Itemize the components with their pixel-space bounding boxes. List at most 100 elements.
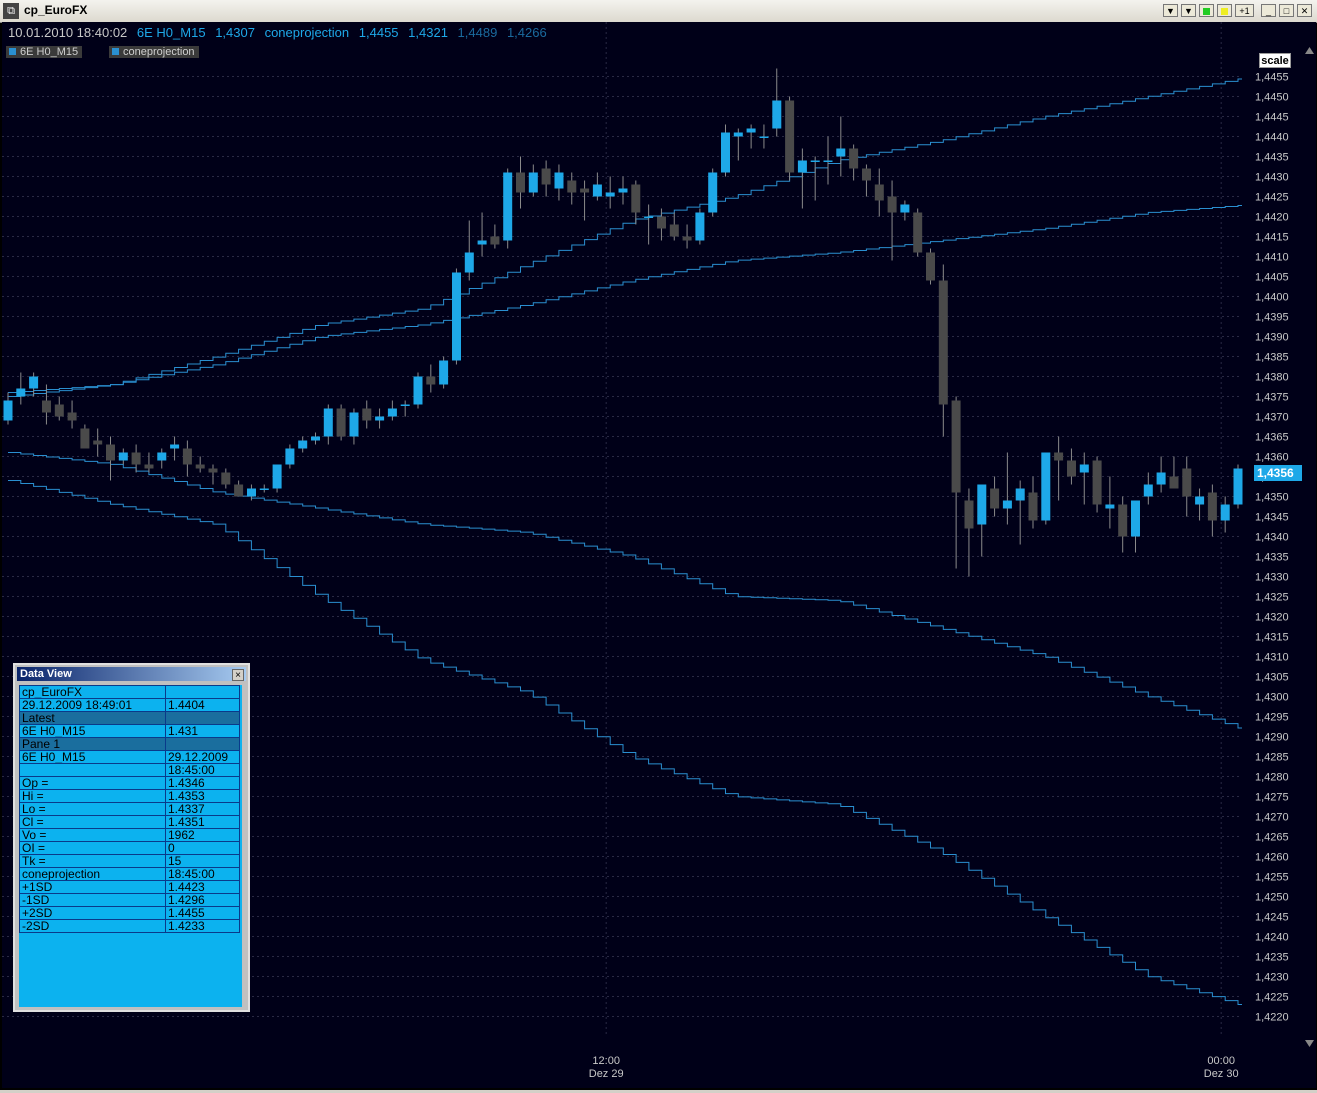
y-tick-label: 1,4320 (1255, 612, 1289, 624)
candle-body (1092, 460, 1102, 505)
header-value-3: 1,4489 (457, 25, 498, 40)
window-title: cp_EuroFX (24, 3, 88, 17)
candle-body (387, 408, 397, 417)
y-tick-label: 1,4370 (1255, 412, 1289, 424)
candle-body (29, 376, 39, 389)
scroll-down-arrow-icon[interactable] (1305, 1040, 1314, 1047)
candle-body (144, 464, 154, 469)
candle-body (708, 172, 718, 213)
data-view-value: 1.4351 (165, 815, 240, 829)
data-view-label (19, 763, 166, 777)
data-view-close-icon[interactable]: × (232, 669, 244, 681)
green-indicator-button[interactable] (1199, 4, 1214, 17)
series-tag-label: coneprojection (123, 46, 195, 58)
candle-body (118, 452, 128, 461)
y-tick-label: 1,4415 (1255, 232, 1289, 244)
data-view-value: 1.4296 (165, 893, 240, 907)
series-tag-label: 6E H0_M15 (20, 46, 79, 58)
series-tag-indicator[interactable]: coneprojection (109, 46, 199, 58)
minimize-button[interactable]: _ (1261, 4, 1276, 17)
scale-button[interactable]: scale (1259, 53, 1291, 68)
y-tick-label: 1,4225 (1255, 992, 1289, 1004)
y-tick-label: 1,4235 (1255, 952, 1289, 964)
data-view-label: coneprojection (19, 867, 166, 881)
data-view-title[interactable]: Data View (17, 667, 246, 681)
candle-body (772, 100, 782, 129)
data-view-row: +2SD 1.4455 (19, 906, 240, 920)
yellow-indicator-button[interactable] (1217, 4, 1232, 17)
y-tick-label: 1,4345 (1255, 512, 1289, 524)
candle-body (554, 172, 564, 189)
data-view-row: -2SD 1.4233 (19, 919, 240, 933)
y-tick-label: 1,4425 (1255, 192, 1289, 204)
candle-body (439, 360, 449, 385)
close-button[interactable]: ✕ (1297, 4, 1312, 17)
data-view-row: 29.12.2009 18:49:01 1.4404 (19, 698, 240, 712)
candle-body (1131, 500, 1140, 537)
y-tick-label: 1,4285 (1255, 752, 1289, 764)
candle-body (362, 408, 372, 421)
candle-body (247, 488, 256, 497)
x-tick-date: Dez 30 (1204, 1068, 1239, 1080)
candle-body (682, 236, 692, 241)
scrollbar[interactable] (1303, 22, 1316, 1088)
candle-body (1207, 492, 1217, 521)
data-view-label: -1SD (19, 893, 166, 907)
y-tick-label: 1,4280 (1255, 772, 1289, 784)
y-tick-label: 1,4240 (1255, 932, 1289, 944)
scroll-up-arrow-icon[interactable] (1305, 47, 1314, 54)
scroll-down-button-2[interactable]: ▼ (1181, 4, 1196, 17)
candle-body (926, 252, 935, 281)
series-tag-symbol[interactable]: 6E H0_M15 (6, 46, 83, 58)
x-tick-time: 00:00 (1207, 1055, 1235, 1067)
data-view-value: 1.431 (165, 724, 240, 738)
maximize-button[interactable]: □ (1279, 4, 1294, 17)
candle-body (977, 484, 987, 525)
data-view-label: +1SD (19, 880, 166, 894)
candle-body (413, 376, 423, 405)
data-view-panel[interactable]: Data View × cp_EuroFX 29.12.2009 18:49:01… (13, 663, 250, 1012)
data-view-row: Latest (19, 711, 240, 725)
candle-body (964, 500, 974, 529)
y-tick-label: 1,4385 (1255, 352, 1289, 364)
data-view-table: cp_EuroFX 29.12.2009 18:49:01 1.4404 Latest… (19, 685, 240, 933)
candle-body (195, 464, 205, 469)
chart-app-icon: ⧉ (3, 3, 19, 19)
candle-body (131, 452, 141, 465)
y-tick-label: 1,4350 (1255, 492, 1289, 504)
data-view-row: Vo = 1962 (19, 828, 240, 842)
candle-body (644, 216, 654, 218)
y-tick-label: 1,4305 (1255, 672, 1289, 684)
data-view-row: cp_EuroFX (19, 685, 240, 699)
data-view-value: 1962 (165, 828, 240, 842)
data-view-row: 6E H0_M15 29.12.2009 (19, 750, 240, 764)
data-view-label: Hi = (19, 789, 166, 803)
candle-body (785, 100, 795, 173)
title-bar[interactable]: ⧉ cp_EuroFX ▼ ▼ +1 _ □ ✕ (0, 0, 1317, 23)
scroll-down-button[interactable]: ▼ (1163, 4, 1178, 17)
series-swatch-icon (9, 48, 16, 55)
data-view-row: 6E H0_M15 1.431 (19, 724, 240, 738)
candle-body (182, 448, 192, 465)
last-price-badge: 1,4356 (1254, 465, 1302, 481)
plus-one-button[interactable]: +1 (1235, 4, 1254, 17)
y-tick-label: 1,4310 (1255, 652, 1289, 664)
candle-body (477, 240, 487, 245)
data-view-row: -1SD 1.4296 (19, 893, 240, 907)
y-tick-label: 1,4365 (1255, 432, 1289, 444)
y-tick-label: 1,4435 (1255, 152, 1289, 164)
candle-body (862, 168, 871, 181)
data-view-value: 18:45:00 (165, 867, 240, 881)
candle-body (400, 404, 410, 406)
candle-body (592, 184, 602, 197)
data-view-row: 18:45:00 (19, 763, 240, 777)
y-tick-label: 1,4410 (1255, 252, 1289, 264)
data-view-label: cp_EuroFX (19, 685, 166, 699)
data-view-label: Pane 1 (19, 737, 166, 751)
candle-body (349, 412, 359, 437)
candle-body (208, 468, 218, 473)
candle-body (1028, 492, 1038, 521)
candle-body (1233, 468, 1243, 505)
data-view-value: 1.4404 (165, 698, 240, 712)
data-view-row: Pane 1 (19, 737, 240, 751)
